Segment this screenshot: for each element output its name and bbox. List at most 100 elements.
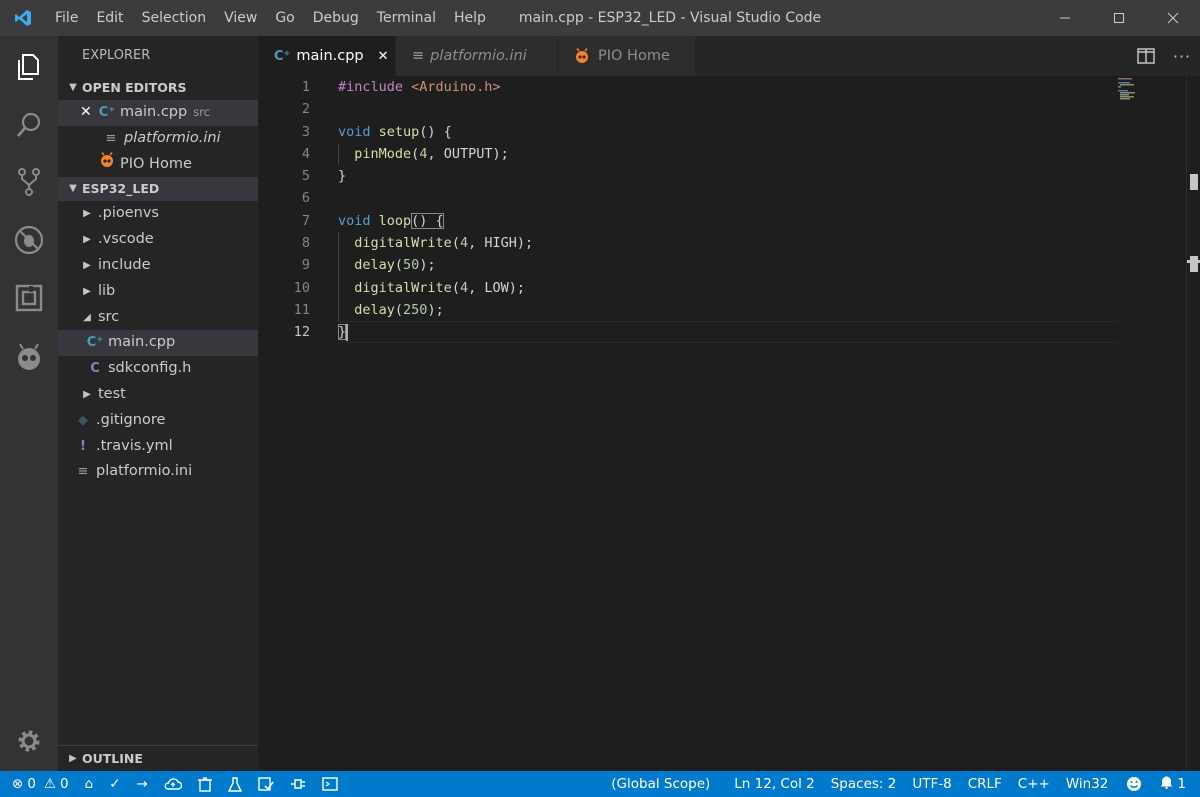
feedback-smiley-icon[interactable]: [1116, 771, 1152, 797]
indentation-setting[interactable]: Spaces: 2: [823, 771, 905, 797]
problems-indicator[interactable]: ⊗ 0 ⚠ 0: [0, 771, 77, 797]
menu-edit[interactable]: Edit: [87, 0, 132, 36]
more-actions-icon[interactable]: ···: [1164, 47, 1200, 66]
encoding-setting[interactable]: UTF-8: [904, 771, 959, 797]
vertical-scrollbar[interactable]: [1186, 76, 1200, 771]
menu-debug[interactable]: Debug: [304, 0, 368, 36]
vscode-logo-icon: [0, 0, 46, 36]
settings-gear-icon[interactable]: [0, 712, 58, 770]
cursor-position[interactable]: Ln 12, Col 2: [726, 771, 822, 797]
menu-file[interactable]: File: [46, 0, 87, 36]
code-token: 50: [403, 257, 420, 274]
debug-icon[interactable]: [0, 211, 58, 269]
split-editor-icon[interactable]: [1128, 48, 1164, 64]
tree-file-platformio-ini[interactable]: ≡ platformio.ini: [58, 459, 258, 485]
tree-item-label: lib: [98, 282, 116, 299]
source-control-icon[interactable]: [0, 153, 58, 211]
code-token: (: [451, 279, 460, 296]
pio-clean-trash-icon[interactable]: [190, 771, 220, 797]
pio-build-icon[interactable]: ✓: [101, 771, 128, 797]
minimize-button[interactable]: [1038, 0, 1092, 36]
tree-folder-pioenvs[interactable]: ▶ .pioenvs: [58, 201, 258, 227]
code-editor[interactable]: 1 2 3 4 5 6 7 8 9 10 11 12 #include <Ard…: [258, 76, 1200, 771]
notifications-indicator[interactable]: 1: [1152, 771, 1200, 797]
pio-run-task-icon[interactable]: [250, 771, 282, 797]
code-line: void setup() {: [338, 121, 533, 143]
bell-icon: [1160, 775, 1173, 793]
pio-upload-cloud-icon[interactable]: [156, 771, 190, 797]
platform-indicator[interactable]: Win32: [1058, 771, 1117, 797]
git-file-icon: ◆: [78, 412, 88, 428]
tree-folder-src[interactable]: ◢ src: [58, 305, 258, 331]
text-cursor: [346, 323, 349, 341]
pio-terminal-icon[interactable]: [314, 771, 346, 797]
warning-icon: ⚠: [43, 776, 57, 792]
code-token: delay: [354, 257, 395, 274]
menu-terminal[interactable]: Terminal: [368, 0, 445, 36]
chevron-down-icon: ◢: [83, 311, 91, 323]
close-icon[interactable]: ✕: [378, 49, 389, 64]
minimap[interactable]: [1116, 76, 1186, 106]
tree-folder-test[interactable]: ▶ test: [58, 382, 258, 408]
open-editor-pio-home[interactable]: PIO Home: [58, 151, 258, 178]
pio-upload-icon[interactable]: →: [129, 771, 156, 797]
explorer-icon[interactable]: [0, 38, 58, 96]
open-editor-main-cpp[interactable]: ✕ C⁺ main.cpp src: [58, 100, 258, 126]
code-line: digitalWrite(4, HIGH);: [338, 232, 533, 254]
chevron-right-icon: ▶: [83, 208, 91, 220]
tab-main-cpp[interactable]: C⁺ main.cpp ✕: [258, 36, 396, 76]
tree-file-gitignore[interactable]: ◆ .gitignore: [58, 408, 258, 434]
close-icon[interactable]: ✕: [80, 100, 98, 126]
notification-count: 1: [1177, 776, 1186, 792]
tree-file-travis-yml[interactable]: ! .travis.yml: [58, 434, 258, 460]
eol-setting[interactable]: CRLF: [960, 771, 1010, 797]
tab-pio-home[interactable]: PIO Home: [558, 36, 696, 76]
menu-go[interactable]: Go: [266, 0, 303, 36]
title-bar: File Edit Selection View Go Debug Termin…: [0, 0, 1200, 36]
open-editors-header[interactable]: ▼ OPEN EDITORS: [58, 76, 258, 100]
open-editor-platformio-ini[interactable]: ≡ platformio.ini: [58, 126, 258, 152]
pio-test-flask-icon[interactable]: [220, 771, 250, 797]
code-token: digitalWrite: [354, 235, 452, 252]
menu-view[interactable]: View: [215, 0, 266, 36]
search-icon[interactable]: [0, 96, 58, 154]
c-header-file-icon: C: [90, 361, 100, 377]
pio-alien-icon: [574, 48, 590, 64]
tab-platformio-ini[interactable]: ≡ platformio.ini: [396, 36, 558, 76]
code-token: 4: [459, 235, 469, 252]
code-token: digitalWrite: [354, 279, 452, 296]
menu-help[interactable]: Help: [445, 0, 495, 36]
tree-file-sdkconfig-h[interactable]: C sdkconfig.h: [58, 356, 258, 382]
sidebar-title: EXPLORER: [82, 48, 151, 63]
cpp-file-icon: C⁺: [86, 335, 104, 351]
close-window-button[interactable]: [1146, 0, 1200, 36]
line-number: 4: [301, 145, 310, 162]
tree-folder-include[interactable]: ▶ include: [58, 253, 258, 279]
tab-label: PIO Home: [598, 48, 670, 64]
tree-folder-lib[interactable]: ▶ lib: [58, 279, 258, 305]
code-line: digitalWrite(4, LOW);: [338, 277, 533, 299]
platformio-icon[interactable]: [0, 328, 58, 386]
project-label: ESP32_LED: [82, 181, 160, 197]
code-token: () {: [419, 123, 452, 140]
outline-section[interactable]: ▶ OUTLINE: [58, 745, 258, 771]
line-number: 1: [301, 79, 310, 95]
pio-home-icon[interactable]: ⌂: [77, 771, 102, 797]
maximize-button[interactable]: [1092, 0, 1146, 36]
extensions-icon[interactable]: [0, 269, 58, 327]
tree-folder-vscode[interactable]: ▶ .vscode: [58, 227, 258, 253]
language-mode[interactable]: C++: [1010, 771, 1058, 797]
scope-indicator[interactable]: (Global Scope): [603, 771, 726, 797]
menu-selection[interactable]: Selection: [133, 0, 216, 36]
chevron-right-icon: ▶: [83, 259, 91, 271]
pio-serial-monitor-plug-icon[interactable]: [282, 771, 314, 797]
project-header[interactable]: ▼ ESP32_LED: [58, 177, 258, 202]
code-token: (: [394, 257, 404, 274]
code-token: <Arduino.h>: [411, 79, 501, 95]
cpp-file-icon: C⁺: [274, 48, 291, 64]
tree-file-main-cpp[interactable]: C⁺ main.cpp: [58, 330, 258, 357]
